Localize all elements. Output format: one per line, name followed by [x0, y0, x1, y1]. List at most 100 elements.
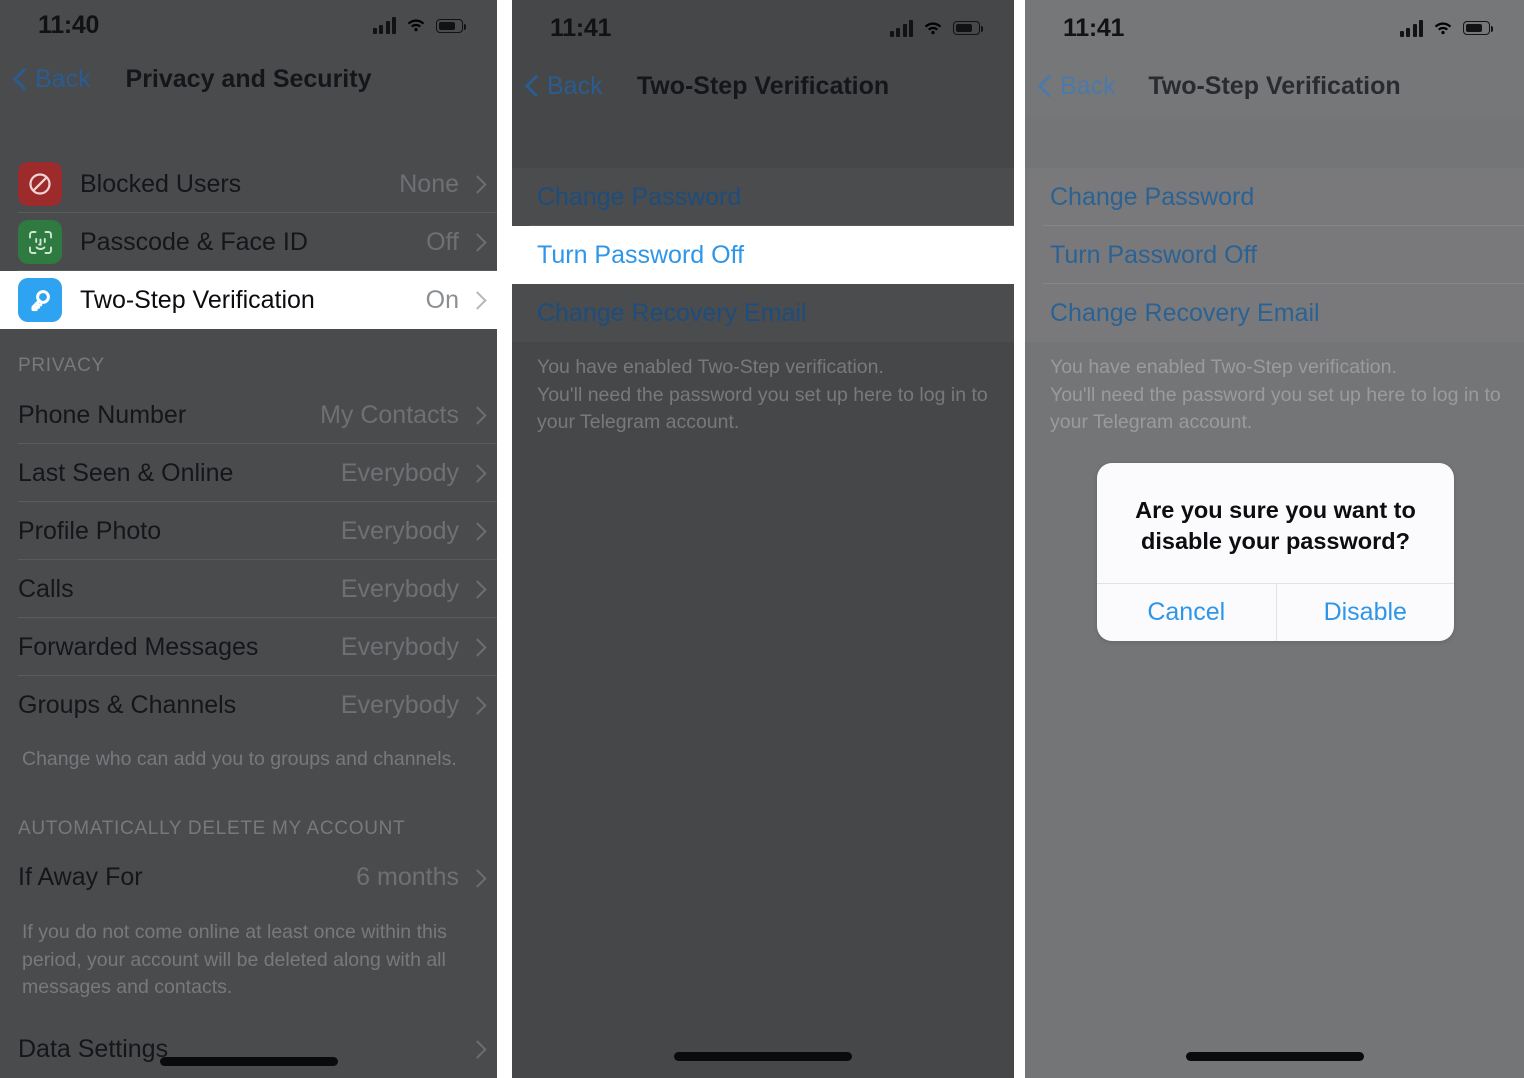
row-change-recovery-email[interactable]: Change Recovery Email	[1025, 284, 1524, 342]
auto-delete-section-header: AUTOMATICALLY DELETE MY ACCOUNT	[0, 791, 497, 849]
chevron-right-icon	[471, 463, 483, 483]
home-indicator	[1185, 1052, 1364, 1061]
row-value: On	[425, 285, 459, 314]
row-if-away-for[interactable]: If Away For 6 months	[0, 848, 497, 907]
cancel-button[interactable]: Cancel	[1097, 584, 1276, 641]
phone-panel-disable-password-dialog: 11:41 Back Two-Step Verification Change …	[1025, 0, 1524, 1078]
back-label: Back	[1060, 71, 1116, 100]
cellular-bars-icon	[1399, 19, 1423, 37]
battery-icon	[953, 21, 983, 35]
status-clock: 11:41	[1063, 13, 1125, 42]
privacy-group: Phone Number My Contacts Last Seen & Onl…	[0, 386, 497, 735]
cellular-bars-icon	[889, 19, 913, 37]
nav-bar: Back Privacy and Security	[0, 52, 497, 107]
nav-bar: Back Two-Step Verification	[1025, 56, 1524, 116]
disable-button[interactable]: Disable	[1275, 584, 1455, 642]
status-icons	[1399, 19, 1493, 37]
dialog-buttons: Cancel Disable	[1097, 583, 1455, 642]
chevron-right-icon	[471, 637, 483, 657]
row-change-recovery-email[interactable]: Change Recovery Email	[512, 284, 1014, 342]
nav-bar: Back Two-Step Verification	[512, 56, 1014, 116]
row-value: None	[399, 169, 459, 198]
row-last-seen-online[interactable]: Last Seen & Online Everybody	[0, 444, 497, 503]
wifi-icon	[1432, 20, 1454, 37]
chevron-right-icon	[471, 579, 483, 599]
key-icon	[18, 278, 62, 323]
battery-icon	[436, 18, 466, 33]
row-data-settings[interactable]: Data Settings	[0, 1020, 497, 1078]
row-label: Passcode & Face ID	[80, 227, 308, 256]
row-label: Change Password	[1050, 182, 1255, 211]
row-label: Two-Step Verification	[80, 285, 315, 314]
row-turn-password-off[interactable]: Turn Password Off	[1025, 226, 1524, 284]
cellular-bars-icon	[372, 17, 396, 35]
chevron-right-icon	[471, 232, 483, 252]
row-label: Calls	[18, 574, 74, 603]
row-label: Turn Password Off	[1050, 240, 1258, 269]
row-change-password[interactable]: Change Password	[1025, 168, 1524, 226]
row-value: My Contacts	[320, 400, 459, 429]
row-label: Profile Photo	[18, 516, 162, 545]
row-two-step-verification[interactable]: Two-Step Verification On	[0, 271, 497, 330]
row-value: Everybody	[340, 690, 459, 719]
chevron-right-icon	[471, 868, 483, 888]
chevron-right-icon	[471, 174, 483, 194]
panel-gap-2	[1014, 0, 1025, 1078]
back-label: Back	[547, 71, 603, 100]
status-icons	[889, 19, 983, 37]
chevron-left-icon	[526, 75, 539, 97]
two-step-footer-text: You have enabled Two-Step verification. …	[1025, 342, 1524, 456]
phone-panel-privacy-and-security: 11:40 Back Privacy and Security Blocked …	[0, 0, 497, 1078]
row-groups-channels[interactable]: Groups & Channels Everybody	[0, 676, 497, 735]
chevron-left-icon	[14, 68, 27, 90]
dialog-title: Are you sure you want to disable your pa…	[1135, 497, 1416, 555]
disable-password-dialog: Are you sure you want to disable your pa…	[1097, 463, 1455, 642]
battery-icon	[1463, 21, 1493, 35]
row-value: Everybody	[340, 574, 459, 603]
data-settings-group: Data Settings	[0, 1020, 497, 1078]
row-label: Forwarded Messages	[18, 632, 259, 661]
status-bar: 11:40	[0, 0, 497, 52]
row-blocked-users[interactable]: Blocked Users None	[0, 155, 497, 214]
chevron-left-icon	[1039, 75, 1052, 97]
home-indicator	[159, 1057, 338, 1066]
row-value: Everybody	[340, 516, 459, 545]
status-clock: 11:40	[38, 11, 100, 40]
row-change-password[interactable]: Change Password	[512, 168, 1014, 226]
status-bar: 11:41	[1025, 0, 1524, 56]
row-label: Blocked Users	[80, 169, 242, 198]
row-calls[interactable]: Calls Everybody	[0, 560, 497, 619]
row-label: Change Recovery Email	[1050, 298, 1320, 327]
row-forwarded-messages[interactable]: Forwarded Messages Everybody	[0, 618, 497, 677]
status-clock: 11:41	[550, 13, 612, 42]
privacy-footer-text: Change who can add you to groups and cha…	[0, 734, 497, 792]
home-indicator	[674, 1052, 852, 1061]
two-step-links-group: Change Password Turn Password Off Change…	[1025, 168, 1524, 342]
row-turn-password-off[interactable]: Turn Password Off	[512, 226, 1014, 284]
status-bar: 11:41	[512, 0, 1014, 56]
back-button[interactable]: Back	[14, 65, 91, 94]
list-top-spacer	[512, 116, 1014, 168]
auto-delete-group: If Away For 6 months	[0, 848, 497, 907]
three-phone-screenshot-board: 11:40 Back Privacy and Security Blocked …	[0, 0, 1524, 1078]
blocked-users-icon	[18, 162, 62, 207]
chevron-right-icon	[471, 405, 483, 425]
row-label: Last Seen & Online	[18, 458, 234, 487]
row-value: Everybody	[340, 458, 459, 487]
list-top-spacer	[0, 107, 497, 156]
status-icons	[372, 17, 466, 35]
back-button[interactable]: Back	[1039, 72, 1116, 101]
row-phone-number[interactable]: Phone Number My Contacts	[0, 386, 497, 445]
wifi-icon	[922, 20, 944, 37]
back-label: Back	[35, 64, 91, 93]
row-label: Change Recovery Email	[537, 298, 807, 327]
row-value: Everybody	[340, 632, 459, 661]
list-top-spacer	[1025, 116, 1524, 168]
row-profile-photo[interactable]: Profile Photo Everybody	[0, 502, 497, 561]
privacy-section-header: PRIVACY	[0, 329, 497, 387]
face-id-icon	[18, 220, 62, 265]
row-passcode-face-id[interactable]: Passcode & Face ID Off	[0, 213, 497, 272]
two-step-footer-text: You have enabled Two-Step verification. …	[512, 342, 1014, 456]
back-button[interactable]: Back	[526, 72, 603, 101]
row-label: Groups & Channels	[18, 690, 237, 719]
